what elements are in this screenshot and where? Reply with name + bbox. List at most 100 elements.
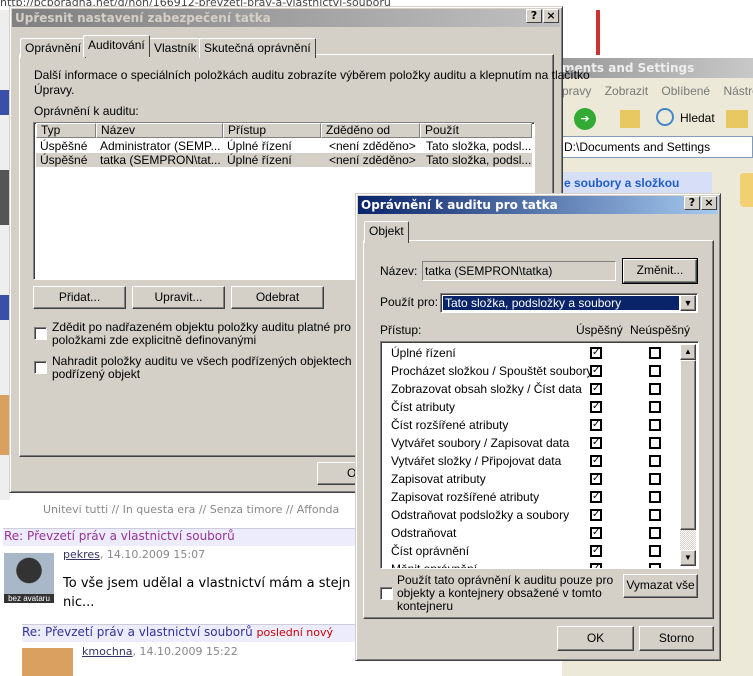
success-checkbox[interactable]: ✓ [590, 365, 602, 377]
success-checkbox[interactable]: ✓ [590, 527, 602, 539]
edit-button[interactable]: Upravit... [132, 286, 225, 309]
permission-row: Číst oprávnění [391, 544, 470, 558]
success-checkbox[interactable]: ✓ [590, 509, 602, 521]
table-row[interactable]: Úspěšné tatka (SEMPRON\tat... Úplné řízení… [36, 153, 532, 167]
post-author[interactable]: kmochna [82, 645, 133, 658]
permission-row: Číst atributy [391, 400, 456, 414]
permission-row: Úplné řízení [391, 346, 456, 360]
permission-row: Procházet složkou / Spouštět soubory [391, 364, 593, 378]
new-badge: poslední nový [256, 626, 334, 639]
fail-checkbox[interactable] [649, 419, 661, 431]
fail-header: Neúspěšný [630, 323, 691, 337]
apply-label: Použít pro: [380, 295, 439, 309]
fail-checkbox[interactable] [649, 473, 661, 485]
scroll-thumb[interactable] [680, 360, 696, 530]
forum-motto: Unitevi tutti // In questa era // Senza … [43, 503, 340, 516]
success-checkbox[interactable]: ✓ [590, 473, 602, 485]
post-text: To vše jsem udělal a vlastnictví mám a s… [63, 576, 351, 591]
replace-checkbox[interactable] [34, 361, 47, 374]
access-label: Přístup: [380, 323, 422, 337]
avatar: bez avataru [4, 553, 54, 603]
site-logo [562, 10, 600, 55]
tab-owner[interactable]: Vlastník [149, 38, 202, 58]
fail-checkbox[interactable] [649, 365, 661, 377]
success-checkbox[interactable]: ✓ [590, 491, 602, 503]
success-checkbox[interactable]: ✓ [590, 383, 602, 395]
column-type[interactable]: Typ [36, 123, 96, 138]
post-title[interactable]: Re: Převzetí práv a vlastnictví souborů [22, 625, 253, 639]
only-this-container-checkbox[interactable] [380, 587, 393, 600]
scroll-up-icon[interactable]: ▲ [680, 344, 696, 360]
menu-view[interactable]: Zobrazit [605, 84, 648, 98]
post-title[interactable]: Re: Převzetí práv a vlastnictví souborů [4, 529, 235, 543]
menu-favorites[interactable]: Oblíbené [661, 84, 710, 98]
search-icon[interactable] [656, 108, 674, 126]
success-checkbox[interactable]: ✓ [590, 401, 602, 413]
explorer-title: ments and Settings [562, 58, 753, 78]
permission-row: Zapisovat atributy [391, 472, 486, 486]
success-checkbox[interactable]: ✓ [590, 455, 602, 467]
post-text: nic... [63, 595, 95, 610]
fail-checkbox[interactable] [649, 545, 661, 557]
folders-icon[interactable] [726, 110, 748, 128]
fail-checkbox[interactable] [649, 347, 661, 359]
remove-button[interactable]: Odebrat [231, 286, 324, 309]
success-checkbox[interactable]: ✓ [590, 437, 602, 449]
column-name[interactable]: Název [96, 123, 223, 138]
success-checkbox[interactable]: ✓ [590, 419, 602, 431]
scroll-down-icon[interactable]: ▼ [680, 550, 696, 566]
post-author[interactable]: pekres [63, 548, 100, 561]
fail-checkbox[interactable] [649, 437, 661, 449]
close-button[interactable]: × [701, 196, 717, 210]
inherit-checkbox[interactable] [34, 327, 47, 340]
up-folder-icon[interactable] [620, 110, 640, 128]
change-button[interactable]: Změnit... [622, 258, 698, 284]
permission-row: Zapisovat rozšířené atributy [391, 490, 540, 504]
success-checkbox[interactable]: ✓ [590, 347, 602, 359]
permission-row: Číst rozšířené atributy [391, 418, 509, 432]
success-checkbox[interactable]: ✓ [590, 545, 602, 557]
permission-row: Odstraňovat podsložky a soubory [391, 508, 570, 522]
success-checkbox[interactable]: ✓ [590, 563, 602, 568]
menu-edit[interactable]: pravy [562, 84, 591, 98]
clear-all-button[interactable]: Vymazat vše [623, 574, 698, 598]
table-row[interactable]: Úspěšné Administrator (SEMP... Úplné řízen… [36, 139, 532, 153]
add-button[interactable]: Přidat... [33, 286, 126, 309]
avatar [22, 648, 73, 676]
fail-checkbox[interactable] [649, 563, 661, 568]
apply-to-select[interactable]: Tato složka, podsložky a soubory ▼ [440, 293, 698, 313]
fail-checkbox[interactable] [649, 491, 661, 503]
cancel-button[interactable]: Storno [639, 626, 714, 651]
tab-permissions[interactable]: Oprávnění [20, 38, 87, 58]
fail-checkbox[interactable] [649, 455, 661, 467]
close-button[interactable]: × [543, 9, 559, 23]
ok-button[interactable]: OK [557, 626, 634, 651]
dialog-title: Upřesnit nastavení zabezpečení tatka [12, 9, 560, 27]
tab-auditing[interactable]: Auditování [83, 35, 150, 57]
fail-checkbox[interactable] [649, 509, 661, 521]
menu-tools[interactable]: Nástroj [723, 84, 753, 98]
search-button[interactable]: Hledat [680, 111, 715, 125]
scrollbar[interactable]: ▲ ▼ [680, 344, 696, 566]
column-apply[interactable]: Použít [420, 123, 532, 138]
fail-checkbox[interactable] [649, 383, 661, 395]
chevron-down-icon[interactable]: ▼ [680, 295, 696, 311]
permissions-list[interactable]: Úplné řízení ✓ Procházet složkou / Spouště… [380, 341, 699, 569]
address-field[interactable]: D:\Documents and Settings [564, 140, 710, 154]
tab-effective-permissions[interactable]: Skutečná oprávnění [199, 38, 316, 58]
column-access[interactable]: Přístup [223, 123, 321, 138]
column-inherited[interactable]: Zděděno od [321, 123, 420, 138]
name-label: Název: [380, 264, 418, 278]
help-button[interactable]: ? [684, 196, 700, 210]
permission-row: Odstraňovat [391, 526, 457, 540]
forward-icon[interactable]: ➔ [574, 108, 596, 130]
audit-list-label: Oprávnění k auditu: [34, 104, 139, 118]
tab-object[interactable]: Objekt [364, 221, 409, 243]
explorer-menu: pravy Zobrazit Oblíbené Nástroj [562, 84, 753, 98]
fail-checkbox[interactable] [649, 401, 661, 413]
audit-entry-dialog: Oprávnění k auditu pro tatka ? × Objekt … [355, 193, 721, 661]
fail-checkbox[interactable] [649, 527, 661, 539]
dialog-title: Oprávnění k auditu pro tatka [358, 196, 718, 214]
help-button[interactable]: ? [526, 9, 542, 23]
info-text: Další informace o speciálních položkách … [34, 68, 590, 82]
